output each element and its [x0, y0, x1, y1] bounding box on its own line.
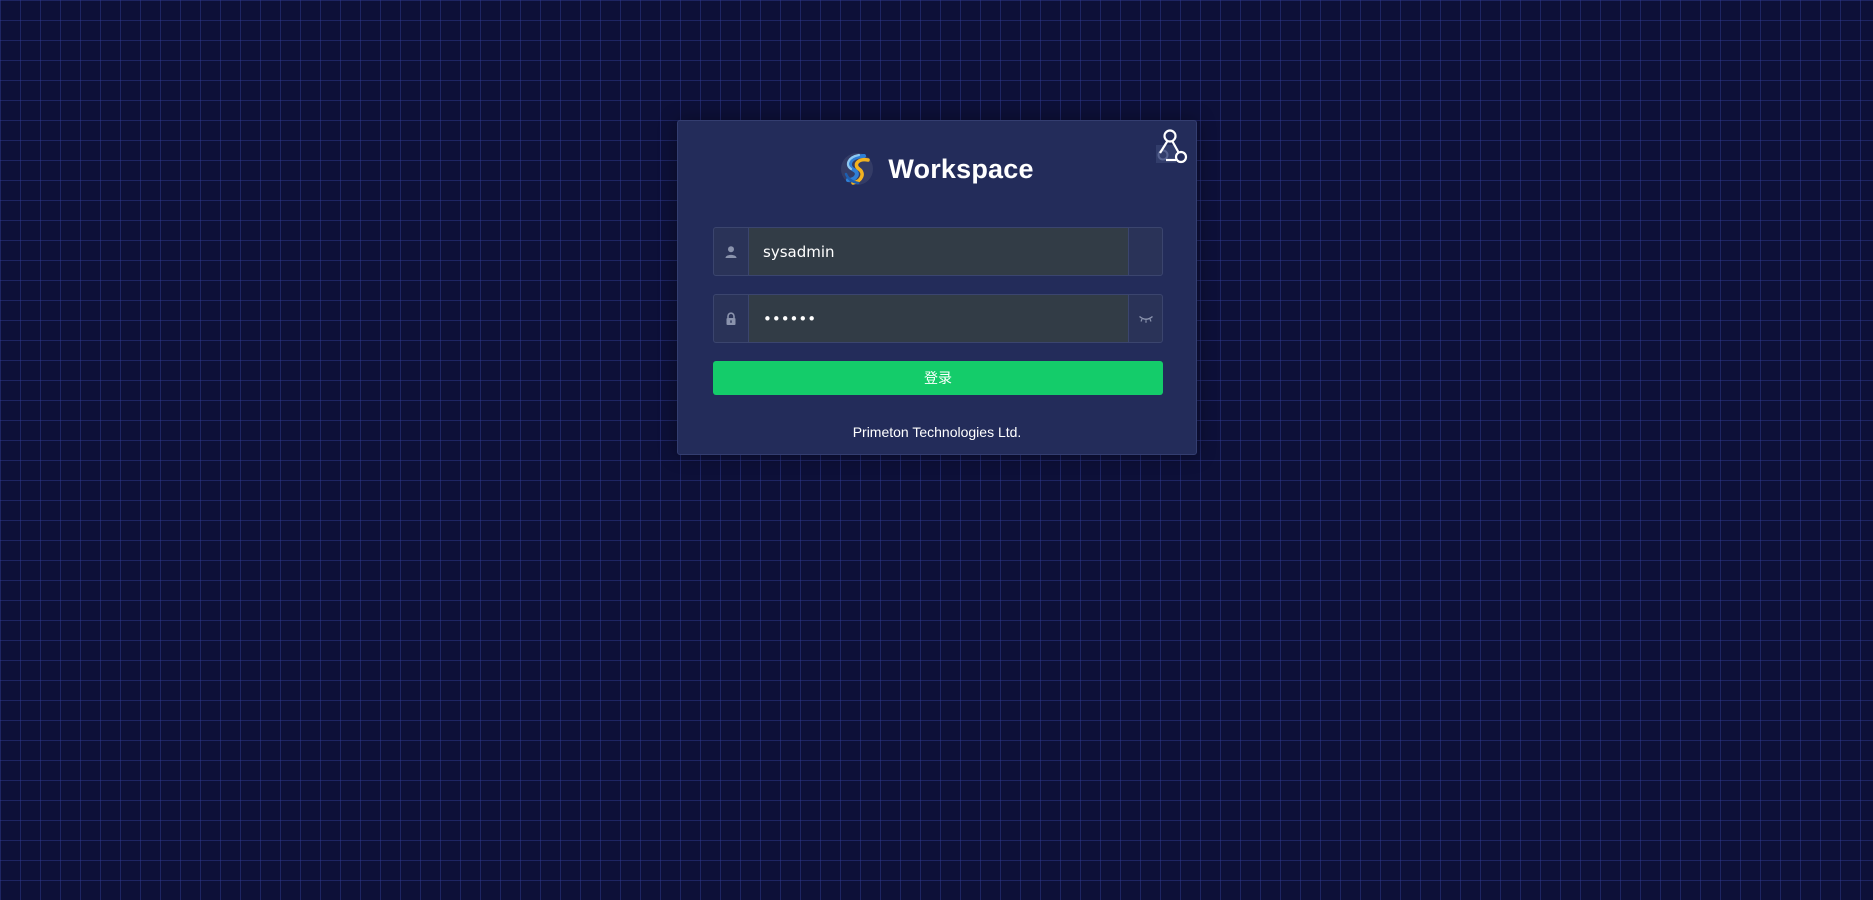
lock-icon — [714, 295, 749, 342]
page-title: Workspace — [888, 153, 1034, 184]
copyright-footer: Primeton Technologies Ltd. — [852, 424, 1022, 440]
password-input[interactable] — [749, 295, 1128, 342]
login-card: Workspace 登录 — [677, 120, 1197, 455]
eye-closed-icon[interactable] — [1128, 295, 1162, 342]
user-icon — [714, 228, 749, 275]
password-field — [713, 294, 1163, 343]
login-page: { "header": { "title": "Workspace" }, "i… — [0, 0, 1873, 900]
brand-header: Workspace — [678, 147, 1196, 191]
login-button[interactable]: 登录 — [713, 361, 1163, 395]
username-input[interactable] — [749, 228, 1128, 275]
username-suffix — [1128, 228, 1162, 275]
username-field — [713, 227, 1163, 276]
brand-logo-icon — [840, 152, 874, 186]
